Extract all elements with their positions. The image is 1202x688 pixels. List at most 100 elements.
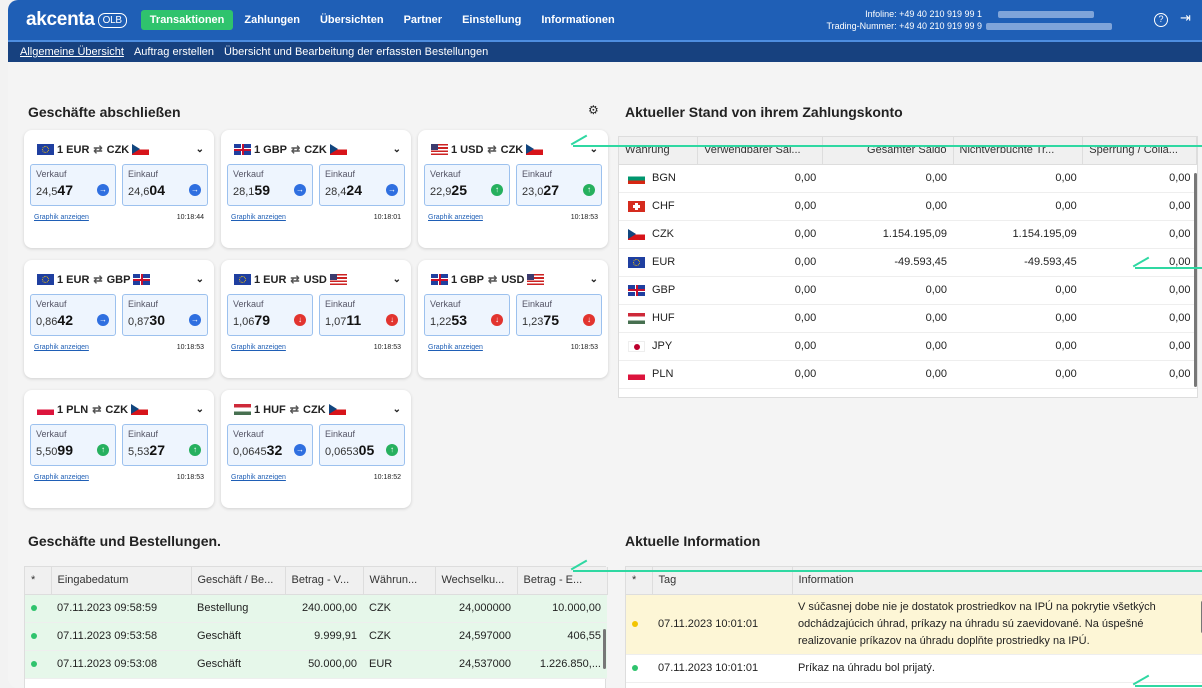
buy-rate-button[interactable]: Einkauf 1,2375 ↓ [516, 294, 602, 336]
nav-uebersichten[interactable]: Übersichten [311, 10, 393, 30]
currency-pair-select[interactable]: 1 GBP ⇄ CZK ⌄ [221, 130, 411, 158]
buy-rate-button[interactable]: Einkauf 0,8730 → [122, 294, 208, 336]
col-currency[interactable]: Währun... [363, 567, 436, 595]
table-row[interactable]: CHF 0,00 0,00 0,00 0,00 [619, 192, 1197, 221]
base-amount: 1 EUR [57, 273, 90, 286]
currency-pair-select[interactable]: 1 EUR ⇄ USD ⌄ [221, 260, 411, 288]
chevron-down-icon[interactable]: ⌄ [196, 274, 204, 285]
col-currency[interactable]: Währung [619, 137, 698, 165]
table-row[interactable]: 07.11.2023 10:01:01 Príkaz na úhradu bol … [626, 654, 1202, 683]
chevron-down-icon[interactable]: ⌄ [393, 144, 401, 155]
pln-flag-icon [37, 404, 54, 415]
table-row[interactable]: PLN 0,00 0,00 0,00 0,00 [619, 360, 1197, 389]
nav-transaktionen[interactable]: Transaktionen [140, 10, 234, 30]
table-row[interactable]: 07.11.2023 09:58:59 Bestellung 240.000,00 C… [25, 594, 607, 623]
table-row[interactable]: HUF 0,00 0,00 0,00 0,00 [619, 304, 1197, 333]
table-row[interactable]: EUR 0,00 -49.593,45 -49.593,45 0,00 [619, 248, 1197, 277]
base-amount: 1 HUF [254, 403, 286, 416]
col-amount-v[interactable]: Betrag - V... [285, 567, 364, 595]
show-graph-link[interactable]: Graphik anzeigen [34, 344, 89, 351]
col-unposted[interactable]: Nichtverbuchte Tr... [953, 137, 1084, 165]
show-graph-link[interactable]: Graphik anzeigen [34, 214, 89, 221]
sell-rate-button[interactable]: Verkauf 0,8642 → [30, 294, 116, 336]
eur-flag-icon [37, 274, 54, 285]
subnav-order-edit[interactable]: Übersicht und Bearbeitung der erfassten … [224, 46, 488, 58]
arrow-up-icon: ↑ [189, 444, 201, 456]
sell-rate-button[interactable]: Verkauf 1,2253 ↓ [424, 294, 510, 336]
buy-rate-button[interactable]: Einkauf 5,5327 ↑ [122, 424, 208, 466]
amount-e-cell: 406,55 [517, 622, 607, 651]
show-graph-link[interactable]: Graphik anzeigen [231, 214, 286, 221]
currency-pair-select[interactable]: 1 GBP ⇄ USD ⌄ [418, 260, 608, 288]
table-row[interactable]: 07.11.2023 09:53:08 Geschäft 50.000,00 EUR 2… [25, 650, 607, 679]
buy-rate-button[interactable]: Einkauf 0,065305 ↑ [319, 424, 405, 466]
orders-scrollbar[interactable] [603, 629, 606, 669]
usd-flag-icon [527, 274, 545, 285]
subnav-overview[interactable]: Allgemeine Übersicht [20, 46, 124, 58]
logout-icon[interactable]: ⇥ [1180, 10, 1191, 26]
col-available[interactable]: Verwendbarer Sal... [697, 137, 823, 165]
nav-einstellung[interactable]: Einstellung [453, 10, 530, 30]
subnav-create-order[interactable]: Auftrag erstellen [134, 46, 214, 58]
info-title: Aktuelle Information [625, 533, 761, 549]
amount-v-cell: 240.000,00 [285, 594, 363, 623]
chevron-down-icon[interactable]: ⌄ [196, 144, 204, 155]
rate-card: 1 GBP ⇄ CZK ⌄ Verkauf 28,159 → Einkauf 28,424 → Gr… [221, 130, 411, 248]
account-title: Aktueller Stand von ihrem Zahlungskonto [625, 104, 903, 120]
czk-flag-icon [526, 144, 544, 155]
show-graph-link[interactable]: Graphik anzeigen [231, 344, 286, 351]
rate-timestamp: 10:18:44 [176, 214, 204, 221]
currency-pair-select[interactable]: 1 EUR ⇄ GBP ⌄ [24, 260, 214, 288]
arrow-right-icon: → [97, 314, 109, 326]
chevron-down-icon[interactable]: ⌄ [393, 274, 401, 285]
table-row[interactable]: GBP 0,00 0,00 0,00 0,00 [619, 276, 1197, 305]
chevron-down-icon[interactable]: ⌄ [393, 404, 401, 415]
col-total[interactable]: Gesamter Saldo [822, 137, 954, 165]
show-graph-link[interactable]: Graphik anzeigen [34, 474, 89, 481]
sell-rate-button[interactable]: Verkauf 28,159 → [227, 164, 313, 206]
rate-cell: 24,537000 [435, 650, 517, 679]
currency-pair-select[interactable]: 1 HUF ⇄ CZK ⌄ [221, 390, 411, 418]
chevron-down-icon[interactable]: ⌄ [590, 274, 598, 285]
sell-rate-button[interactable]: Verkauf 24,547 → [30, 164, 116, 206]
gear-icon[interactable]: ⚙ [588, 103, 599, 117]
table-row[interactable]: CZK 0,00 1.154.195,09 1.154.195,09 0,00 [619, 220, 1197, 249]
help-icon[interactable]: ? [1154, 13, 1168, 27]
col-rate[interactable]: Wechselku... [435, 567, 518, 595]
sell-rate-button[interactable]: Verkauf 5,5099 ↑ [30, 424, 116, 466]
sell-rate-button[interactable]: Verkauf 22,925 ↑ [424, 164, 510, 206]
buy-rate-button[interactable]: Einkauf 23,027 ↑ [516, 164, 602, 206]
chevron-down-icon[interactable]: ⌄ [196, 404, 204, 415]
sell-rate-button[interactable]: Verkauf 0,064532 → [227, 424, 313, 466]
show-graph-link[interactable]: Graphik anzeigen [428, 214, 483, 221]
logo-text: akcenta [26, 9, 95, 30]
buy-rate-button[interactable]: Einkauf 24,604 → [122, 164, 208, 206]
col-deal-type[interactable]: Geschäft / Be... [191, 567, 286, 595]
table-row[interactable]: BGN 0,00 0,00 0,00 0,00 [619, 164, 1197, 193]
account-table: Währung Verwendbarer Sal... Gesamter Sal… [618, 136, 1198, 398]
table-row[interactable]: JPY 0,00 0,00 0,00 0,00 [619, 332, 1197, 361]
nav-zahlungen[interactable]: Zahlungen [235, 10, 309, 30]
currency-pair-select[interactable]: 1 USD ⇄ CZK ⌄ [418, 130, 608, 158]
table-row[interactable]: 07.11.2023 09:53:58 Geschäft 9.999,91 CZK 24… [25, 622, 607, 651]
nav-informationen[interactable]: Informationen [532, 10, 623, 30]
quote-currency: CZK [303, 403, 326, 416]
logo[interactable]: akcenta OLB [26, 9, 127, 31]
deal-type-cell: Bestellung [191, 594, 285, 623]
nav-partner[interactable]: Partner [395, 10, 452, 30]
currency-pair-select[interactable]: 1 PLN ⇄ CZK ⌄ [24, 390, 214, 418]
account-scrollbar[interactable] [1194, 173, 1197, 387]
show-graph-link[interactable]: Graphik anzeigen [428, 344, 483, 351]
status-dot-icon [31, 605, 37, 611]
buy-rate-button[interactable]: Einkauf 28,424 → [319, 164, 405, 206]
col-entry-date[interactable]: Eingabedatum [51, 567, 192, 595]
buy-rate-button[interactable]: Einkauf 1,0711 ↓ [319, 294, 405, 336]
col-status[interactable]: * [25, 567, 52, 595]
table-row[interactable]: 07.11.2023 10:01:01 V súčasnej dobe nie j… [626, 594, 1202, 655]
sell-rate-button[interactable]: Verkauf 1,0679 ↓ [227, 294, 313, 336]
quote-currency: CZK [500, 143, 524, 156]
currency-pair-select[interactable]: 1 EUR ⇄ CZK ⌄ [24, 130, 214, 158]
available-cell: 0,00 [697, 164, 823, 193]
show-graph-link[interactable]: Graphik anzeigen [231, 474, 286, 481]
col-blocked[interactable]: Sperrung / Colla... [1082, 137, 1197, 165]
